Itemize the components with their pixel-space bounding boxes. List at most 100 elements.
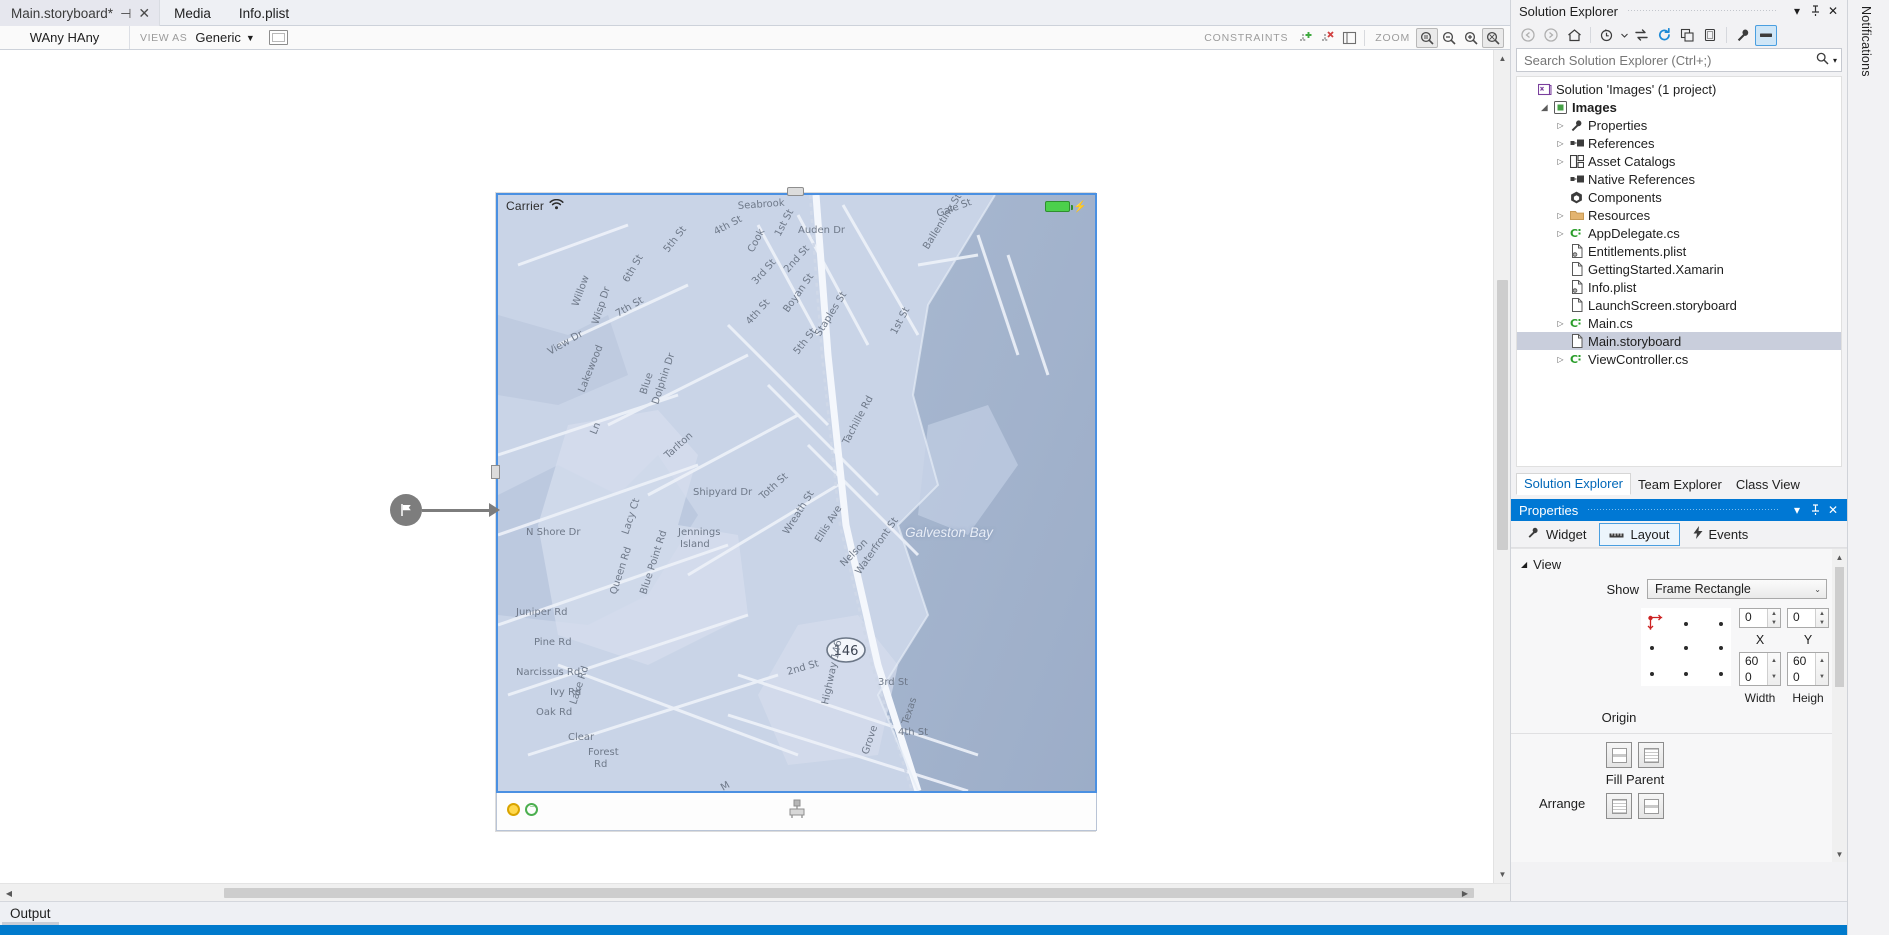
refresh-icon[interactable]: [1653, 25, 1675, 46]
arrange-distribute-button[interactable]: [1638, 793, 1664, 819]
view-as-dropdown[interactable]: Generic ▼: [195, 30, 264, 45]
design-surface[interactable]: 146 Seabrook 4th St 5th St 6th St 7th St…: [0, 50, 1493, 883]
show-dropdown[interactable]: Frame Rectangle ⌄: [1647, 579, 1827, 599]
first-responder-icon[interactable]: [507, 803, 520, 816]
pin-icon[interactable]: ⊣: [120, 7, 131, 20]
expander-icon[interactable]: ▷: [1553, 139, 1568, 148]
view-section-header[interactable]: ◢ View: [1511, 549, 1847, 576]
solution-tree[interactable]: Solution 'Images' (1 project)◢Images▷Pro…: [1516, 76, 1842, 467]
notifications-rail[interactable]: Notifications: [1847, 0, 1889, 935]
search-input[interactable]: [1524, 53, 1816, 68]
frame-constraint-icon[interactable]: [1338, 28, 1360, 48]
properties-scrollbar[interactable]: ▲ ▼: [1832, 549, 1847, 862]
tab-events[interactable]: Events: [1683, 522, 1759, 546]
width-stepper[interactable]: ▲▼: [1767, 653, 1780, 685]
scroll-left-icon[interactable]: ◀: [0, 884, 18, 902]
tree-item-solution-images-1-project[interactable]: Solution 'Images' (1 project): [1517, 80, 1841, 98]
collapse-all-icon[interactable]: [1676, 25, 1698, 46]
forward-icon[interactable]: [1540, 25, 1562, 46]
pin-icon[interactable]: [1806, 2, 1824, 20]
device-size-label[interactable]: WAny HAny: [0, 26, 130, 49]
arrange-align-button[interactable]: [1606, 793, 1632, 819]
scroll-down-icon[interactable]: ▼: [1494, 866, 1511, 883]
tree-item-native-references[interactable]: Native References: [1517, 170, 1841, 188]
chevron-down-icon[interactable]: ▾: [1788, 2, 1806, 20]
y-field[interactable]: 0 ▲▼: [1787, 608, 1829, 628]
search-icon[interactable]: [1816, 52, 1829, 68]
device-preview-button[interactable]: [269, 30, 288, 45]
dock-tab-solution-explorer[interactable]: Solution Explorer: [1516, 473, 1631, 495]
tree-item-appdelegate-cs[interactable]: ▷CAppDelegate.cs: [1517, 224, 1841, 242]
expander-icon[interactable]: ▷: [1553, 229, 1568, 238]
tree-item-main-cs[interactable]: ▷CMain.cs: [1517, 314, 1841, 332]
expander-icon[interactable]: ▷: [1553, 211, 1568, 220]
close-icon[interactable]: ✕: [138, 6, 150, 20]
tree-item-main-storyboard[interactable]: Main.storyboard: [1517, 332, 1841, 350]
zoom-out-icon[interactable]: [1438, 28, 1460, 48]
scene-dock-icon[interactable]: [789, 799, 805, 823]
home-icon[interactable]: [1563, 25, 1585, 46]
tree-item-asset-catalogs[interactable]: ▷Asset Catalogs: [1517, 152, 1841, 170]
add-constraint-icon[interactable]: [1294, 28, 1316, 48]
dock-tab-team-explorer[interactable]: Team Explorer: [1631, 475, 1729, 495]
tree-item-viewcontroller-cs[interactable]: ▷CViewController.cs: [1517, 350, 1841, 368]
zoom-in-icon[interactable]: [1460, 28, 1482, 48]
tree-item-components[interactable]: Components: [1517, 188, 1841, 206]
designer-vertical-scrollbar[interactable]: ▲ ▼: [1493, 50, 1510, 883]
view-controller-view[interactable]: 146 Seabrook 4th St 5th St 6th St 7th St…: [496, 193, 1097, 793]
expander-icon[interactable]: ▷: [1553, 157, 1568, 166]
close-icon[interactable]: ✕: [1824, 501, 1842, 519]
scroll-thumb[interactable]: [1497, 280, 1508, 550]
scroll-right-icon[interactable]: ▶: [1456, 884, 1474, 902]
tab-output[interactable]: Output: [0, 902, 61, 925]
tree-item-gettingstarted-xamarin[interactable]: GettingStarted.Xamarin: [1517, 260, 1841, 278]
zoom-actual-size-icon[interactable]: [1482, 28, 1504, 48]
panel-grip[interactable]: [1628, 7, 1778, 15]
fill-parent-vertical-button[interactable]: [1638, 742, 1664, 768]
tree-item-properties[interactable]: ▷Properties: [1517, 116, 1841, 134]
expander-icon[interactable]: ◢: [1537, 103, 1552, 112]
sync-icon[interactable]: [1630, 25, 1652, 46]
designer-horizontal-scrollbar[interactable]: ◀ ▶: [0, 883, 1510, 901]
scroll-thumb[interactable]: [224, 888, 1474, 898]
show-all-files-icon[interactable]: [1699, 25, 1721, 46]
panel-grip[interactable]: [1588, 506, 1778, 514]
remove-constraint-icon[interactable]: [1316, 28, 1338, 48]
storyboard-entry-point[interactable]: [390, 494, 500, 526]
preview-selected-items-icon[interactable]: [1755, 25, 1777, 46]
close-icon[interactable]: ✕: [1824, 2, 1842, 20]
y-stepper[interactable]: ▲▼: [1815, 609, 1828, 627]
tree-item-images[interactable]: ◢Images: [1517, 98, 1841, 116]
expander-icon[interactable]: ◢: [1521, 560, 1527, 569]
back-icon[interactable]: [1517, 25, 1539, 46]
tree-item-resources[interactable]: ▷Resources: [1517, 206, 1841, 224]
pending-changes-icon[interactable]: [1596, 25, 1618, 46]
tab-main-storyboard[interactable]: Main.storyboard* ⊣ ✕: [0, 0, 160, 26]
tree-item-references[interactable]: ▷References: [1517, 134, 1841, 152]
tree-item-entitlements-plist[interactable]: Entitlements.plist: [1517, 242, 1841, 260]
tab-info-plist[interactable]: Info.plist: [225, 0, 303, 26]
x-field[interactable]: 0 ▲▼: [1739, 608, 1781, 628]
expander-icon[interactable]: ▷: [1553, 355, 1568, 364]
expander-icon[interactable]: ▷: [1553, 319, 1568, 328]
search-options-caret-icon[interactable]: ▾: [1833, 56, 1837, 65]
tab-media[interactable]: Media: [160, 0, 225, 26]
scroll-thumb[interactable]: [1835, 567, 1844, 687]
fill-parent-horizontal-button[interactable]: [1606, 742, 1632, 768]
scroll-down-icon[interactable]: ▼: [1832, 846, 1847, 862]
tab-widget[interactable]: Widget: [1517, 522, 1596, 546]
resize-handle-left[interactable]: [491, 465, 500, 479]
origin-anchor-grid[interactable]: [1641, 608, 1731, 686]
height-stepper[interactable]: ▲▼: [1815, 653, 1828, 685]
zoom-fit-icon[interactable]: [1416, 28, 1438, 48]
pin-icon[interactable]: [1806, 501, 1824, 519]
properties-icon[interactable]: [1732, 25, 1754, 46]
chevron-down-icon[interactable]: [1619, 25, 1629, 46]
tree-item-info-plist[interactable]: Info.plist: [1517, 278, 1841, 296]
scroll-up-icon[interactable]: ▲: [1832, 549, 1847, 565]
resize-handle-top[interactable]: [787, 187, 804, 196]
scroll-up-icon[interactable]: ▲: [1494, 50, 1511, 67]
dock-tab-class-view[interactable]: Class View: [1729, 475, 1807, 495]
search-solution-explorer[interactable]: ▾: [1516, 48, 1842, 72]
storyboard-scene[interactable]: 146 Seabrook 4th St 5th St 6th St 7th St…: [495, 192, 1096, 832]
